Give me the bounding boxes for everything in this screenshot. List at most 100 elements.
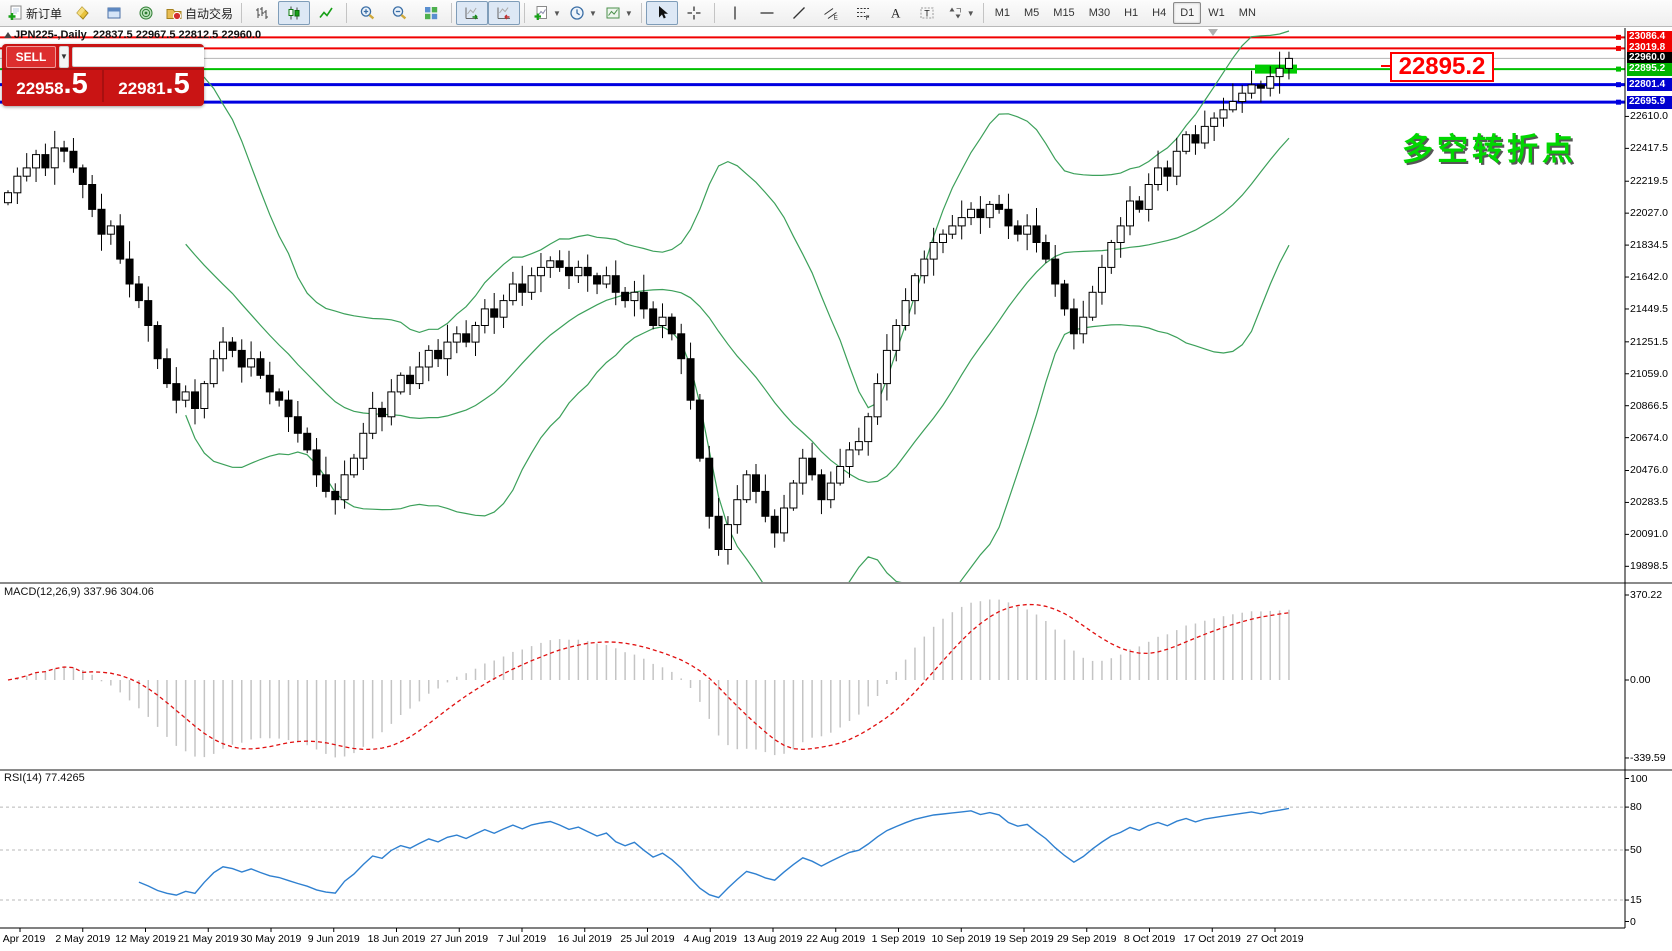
timeframe-w1-button[interactable]: W1 (1201, 2, 1232, 24)
rsi-axis-tick: 80 (1630, 802, 1642, 813)
signals-button[interactable] (130, 1, 162, 25)
chart-shift-button[interactable] (488, 1, 520, 25)
buy-price-main: 22981 (118, 80, 165, 97)
one-click-top-row: SELL ▼ ▲ BUY (2, 44, 204, 68)
sell-price[interactable]: 22958.5 (2, 70, 102, 102)
timeframe-h1-button[interactable]: H1 (1117, 2, 1145, 24)
timeframe-m15-button[interactable]: M15 (1046, 2, 1081, 24)
new-chart-icon (533, 5, 549, 21)
timeframe-m30-button[interactable]: M30 (1082, 2, 1117, 24)
vline-icon (727, 5, 743, 21)
toolbar-separator (451, 3, 452, 23)
chart-ohlc-info: JPN225-,Daily 22837.5 22967.5 22812.5 22… (14, 29, 261, 41)
price-level-badge: 22801.4 (1627, 78, 1672, 91)
date-axis-label: 27 Oct 2019 (1235, 933, 1315, 945)
styler-icon (74, 5, 90, 21)
toolbar-separator (641, 3, 642, 23)
price-axis-tick: 20866.5 (1630, 401, 1668, 412)
crosshair-button[interactable] (678, 1, 710, 25)
candle-chart-icon (286, 5, 302, 21)
macd-axis-tick: 370.22 (1630, 590, 1662, 601)
mt4-terminal: 新订单自动交易▼▼▼EFAT▼M1M5M15M30H1H4D1W1MN JPN2… (0, 0, 1672, 951)
horizontal-line-button[interactable] (751, 1, 783, 25)
price-axis-tick: 21449.5 (1630, 304, 1668, 315)
trendline-button[interactable] (783, 1, 815, 25)
tile-windows-button[interactable] (415, 1, 447, 25)
autotrading-icon (166, 5, 182, 21)
new-order-icon (7, 5, 23, 21)
zoom-in-button[interactable] (351, 1, 383, 25)
toolbar-separator (524, 3, 525, 23)
templates-icon (605, 5, 621, 21)
macd-indicator-label: MACD(12,26,9) 337.96 304.06 (4, 586, 154, 598)
volume-decrease-button[interactable]: ▼ (59, 46, 69, 68)
rsi-indicator-label: RSI(14) 77.4265 (4, 772, 85, 784)
channel-icon: E (823, 5, 839, 21)
cursor-icon (654, 5, 670, 21)
price-annotation-label[interactable]: 22895.2 (1390, 52, 1494, 82)
bar-chart-button[interactable] (246, 1, 278, 25)
toolbar-separator (983, 3, 984, 23)
new-order-button[interactable]: 新订单 (3, 1, 66, 25)
toolbar: 新订单自动交易▼▼▼EFAT▼M1M5M15M30H1H4D1W1MN (0, 0, 1672, 27)
price-level-badge: 22695.9 (1627, 96, 1672, 109)
autotrading-label: 自动交易 (185, 5, 233, 22)
chart-shift-marker[interactable] (1208, 29, 1218, 36)
toolbar-separator (346, 3, 347, 23)
styler-button[interactable] (66, 1, 98, 25)
candle-chart-button[interactable] (278, 1, 310, 25)
shapes-button[interactable]: ▼ (943, 1, 979, 25)
price-axis-tick: 22610.0 (1630, 111, 1668, 122)
ohlc-values: 22837.5 22967.5 22812.5 22960.0 (93, 29, 261, 41)
one-click-prices: 22958.5 22981.5 (2, 68, 204, 102)
equidistant-channel-button[interactable]: E (815, 1, 847, 25)
macd-axis-tick: 0.00 (1630, 675, 1650, 686)
timeframe-d1-button[interactable]: D1 (1173, 2, 1201, 24)
auto-scroll-button[interactable] (456, 1, 488, 25)
price-axis-tick: 22219.5 (1630, 176, 1668, 187)
rsi-axis-tick: 50 (1630, 845, 1642, 856)
text-a-icon: A (887, 5, 903, 21)
profiles-button[interactable]: ▼ (565, 1, 601, 25)
chevron-down-icon: ▼ (967, 9, 975, 18)
market-watch-button[interactable] (98, 1, 130, 25)
text-button[interactable]: A (879, 1, 911, 25)
text-label-button[interactable]: T (911, 1, 943, 25)
toolbar-separator (714, 3, 715, 23)
timeframe-h4-button[interactable]: H4 (1145, 2, 1173, 24)
svg-text:A: A (891, 6, 901, 21)
zoom-out-icon (391, 5, 407, 21)
templates-button[interactable]: ▼ (601, 1, 637, 25)
bar-chart-icon (254, 5, 270, 21)
autotrading-button[interactable]: 自动交易 (162, 1, 237, 25)
zoom-out-button[interactable] (383, 1, 415, 25)
vertical-line-button[interactable] (719, 1, 751, 25)
price-level-badge: 22895.2 (1627, 63, 1672, 76)
fibonacci-button[interactable]: F (847, 1, 879, 25)
shapes-icon (947, 5, 963, 21)
new-order-label: 新订单 (26, 5, 62, 22)
price-axis-tick: 20091.0 (1630, 529, 1668, 540)
collapse-panel-icon[interactable] (4, 32, 12, 38)
tile-windows-icon (423, 5, 439, 21)
rsi-axis-tick: 100 (1630, 774, 1648, 785)
price-axis-tick: 21642.0 (1630, 272, 1668, 283)
rsi-axis-tick: 0 (1630, 917, 1636, 928)
timeframe-m1-button[interactable]: M1 (988, 2, 1017, 24)
timeframe-m5-button[interactable]: M5 (1017, 2, 1046, 24)
sell-button[interactable]: SELL (6, 46, 56, 68)
crosshair-icon (686, 5, 702, 21)
trendline-icon (791, 5, 807, 21)
buy-price[interactable]: 22981.5 (104, 70, 204, 102)
cursor-button[interactable] (646, 1, 678, 25)
volume-input[interactable] (72, 47, 204, 67)
chart-shift-icon (496, 5, 512, 21)
new-chart-button[interactable]: ▼ (529, 1, 565, 25)
timeframe-mn-button[interactable]: MN (1232, 2, 1263, 24)
fibo-icon: F (855, 5, 871, 21)
price-axis-tick: 20283.5 (1630, 497, 1668, 508)
chevron-down-icon: ▼ (553, 9, 561, 18)
line-chart-button[interactable] (310, 1, 342, 25)
auto-scroll-icon (464, 5, 480, 21)
buy-price-fraction: .5 (166, 70, 190, 99)
